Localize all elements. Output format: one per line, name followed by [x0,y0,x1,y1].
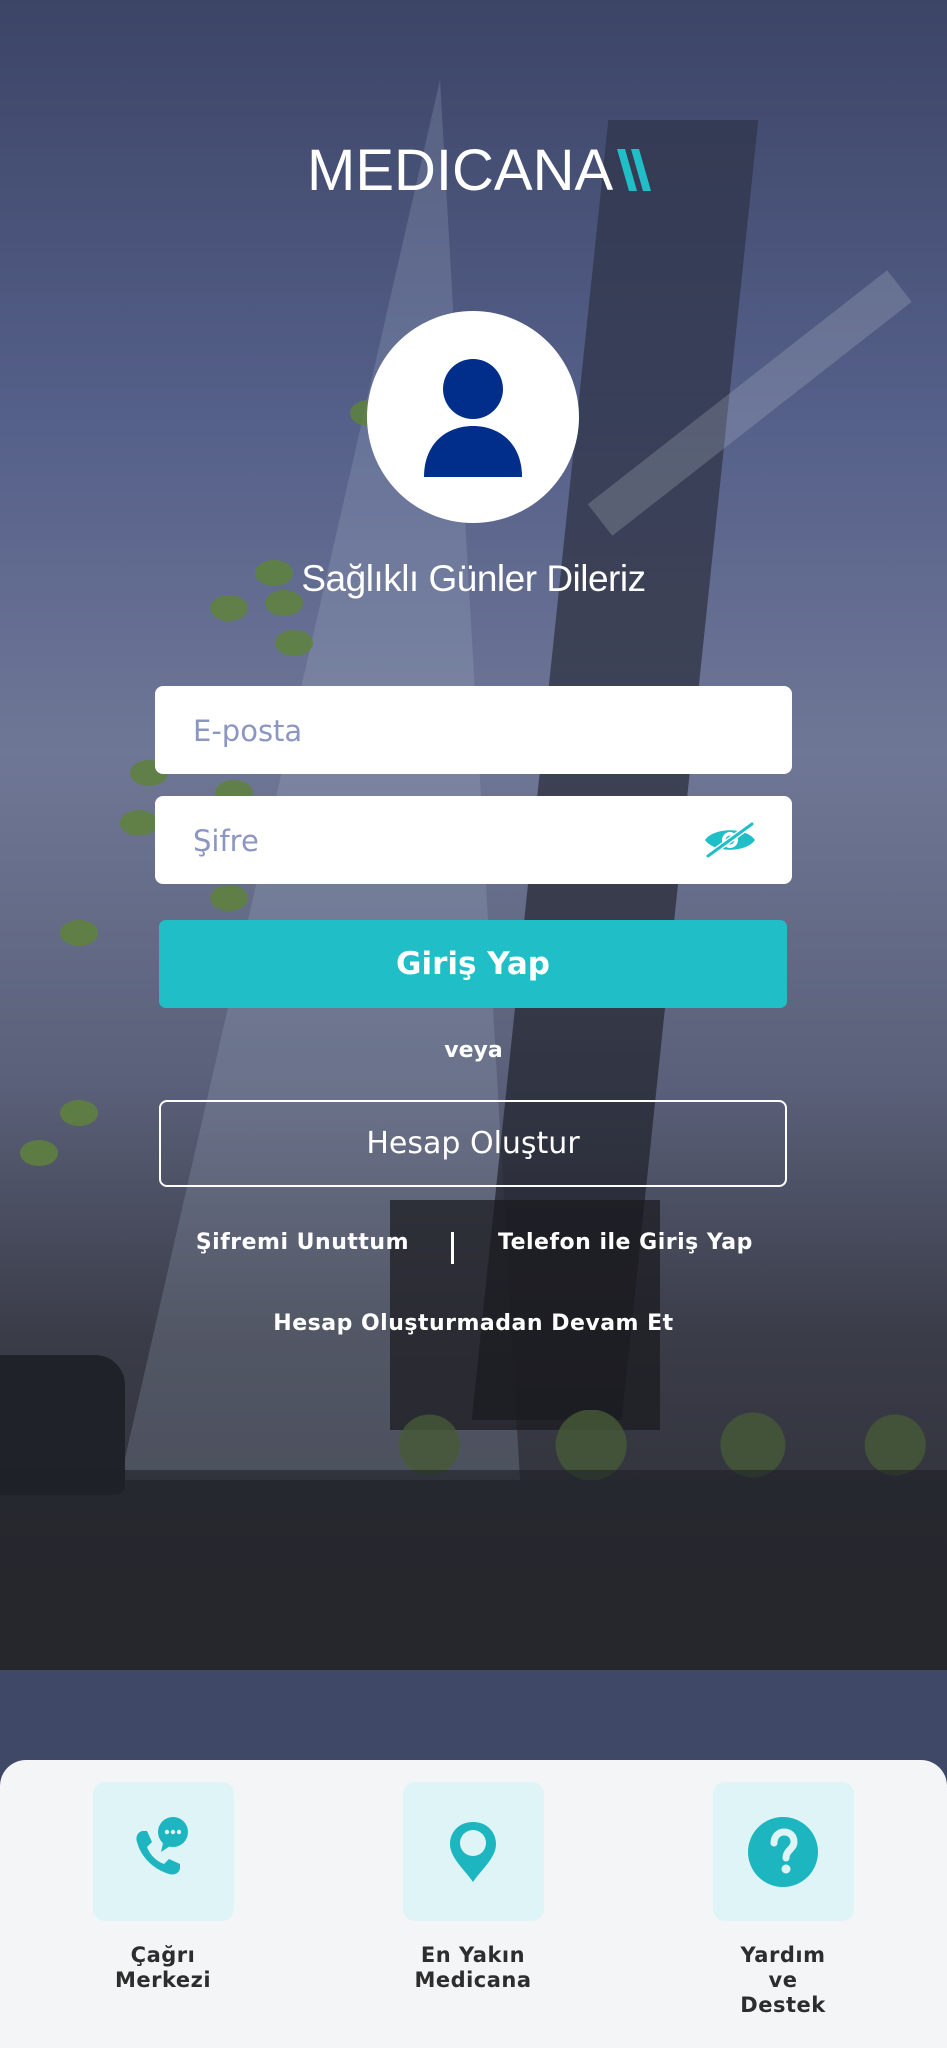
help-support-tile[interactable] [712,1782,854,1921]
help-support-label-line3: Destek [740,1993,826,2017]
email-field[interactable] [155,686,792,776]
nearest-medicana-tile[interactable] [402,1782,544,1921]
quick-actions-panel: Çağrı Merkezi En Yakın Medicana Yardım v… [0,1760,947,2048]
help-support-action[interactable]: Yardım ve Destek [693,1782,873,2018]
medicana-logo: MEDICANA [307,138,665,203]
call-center-action[interactable]: Çağrı Merkezi [73,1782,253,1993]
forgot-password-link[interactable]: Şifremi Unuttum [196,1230,409,1255]
call-center-label-line2: Merkezi [114,1968,212,1992]
eye-slash-icon[interactable] [702,820,758,860]
link-separator [451,1232,454,1264]
nearest-medicana-label-line1: En Yakın [420,1943,526,1967]
or-divider-text: veya [444,1038,503,1063]
location-pin-icon [450,1821,496,1882]
nearest-medicana-action[interactable]: En Yakın Medicana [383,1782,563,1993]
password-field[interactable] [155,796,792,886]
email-input[interactable] [191,686,715,776]
login-button[interactable]: Giriş Yap [159,920,787,1008]
call-center-label-line1: Çağrı [130,1943,196,1967]
help-support-label-line2: ve [768,1968,798,1992]
avatar [367,311,579,523]
nearest-medicana-label-line2: Medicana [414,1968,532,1992]
logo-slashes-icon [617,149,652,191]
phone-chat-icon [136,1816,188,1875]
call-center-tile[interactable] [92,1782,234,1921]
secondary-links: Şifremi Unuttum Telefon ile Giriş Yap [0,1230,947,1266]
greeting-text: Sağlıklı Günler Dileriz [301,558,646,599]
help-support-label-line1: Yardım [740,1943,826,1967]
create-account-button[interactable]: Hesap Oluştur [159,1100,787,1187]
continue-as-guest-link[interactable]: Hesap Oluşturmadan Devam Et [0,1311,947,1336]
password-input[interactable] [191,796,715,886]
phone-login-link[interactable]: Telefon ile Giriş Yap [498,1230,753,1255]
user-icon [424,359,522,477]
logo-text: MEDICANA [307,137,614,203]
question-mark-icon [748,1816,818,1887]
